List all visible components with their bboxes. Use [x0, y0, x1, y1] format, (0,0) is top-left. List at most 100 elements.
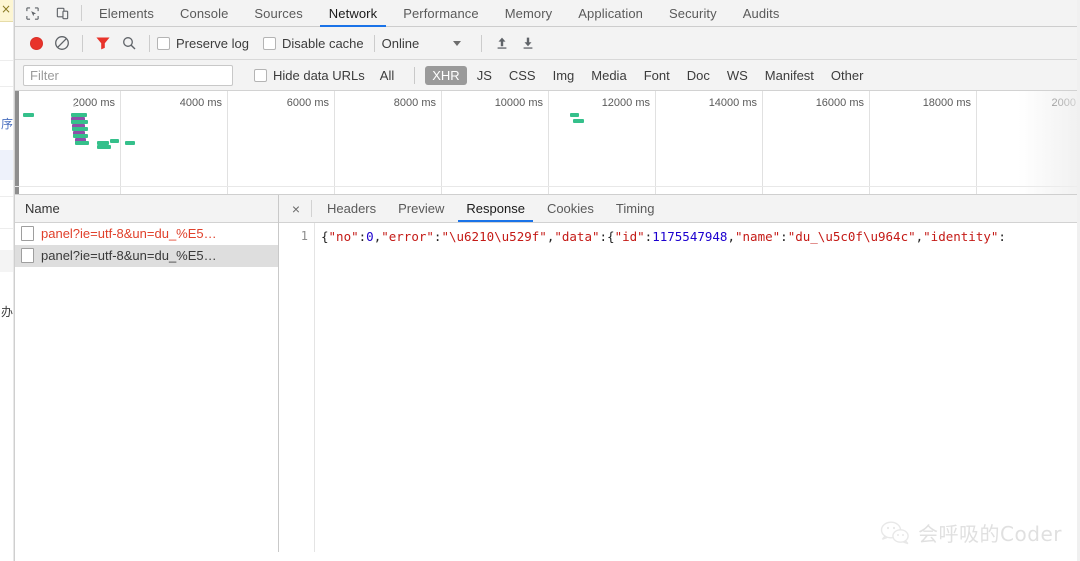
- disable-cache-control[interactable]: Disable cache: [262, 35, 378, 51]
- import-har-button[interactable]: [489, 30, 515, 56]
- overview-request-bar: [73, 105, 76, 107]
- devtools-tabbar: Elements Console Sources Network Perform…: [15, 0, 1080, 27]
- request-type-icon: [21, 248, 34, 263]
- filter-type-font[interactable]: Font: [637, 66, 677, 85]
- filter-type-css[interactable]: CSS: [502, 66, 543, 85]
- filter-type-js[interactable]: JS: [470, 66, 499, 85]
- tab-timing[interactable]: Timing: [605, 195, 666, 222]
- toolbar-divider-1: [82, 34, 83, 52]
- chevron-down-icon: [453, 40, 462, 46]
- tab-preview-label: Preview: [398, 201, 445, 216]
- toolbar-divider-3: [373, 34, 375, 52]
- response-body-viewer[interactable]: 1 {"no":0,"error":"\u6210\u529f","data":…: [279, 223, 1080, 552]
- download-arrow-icon: [523, 37, 533, 49]
- hide-data-urls-control[interactable]: Hide data URLs: [254, 68, 373, 83]
- table-row[interactable]: panel?ie=utf-8&un=du_%E5…: [15, 245, 278, 267]
- tab-elements-label: Elements: [99, 5, 154, 21]
- tab-performance[interactable]: Performance: [390, 0, 492, 26]
- overview-request-bar: [125, 141, 135, 145]
- page-rule-1: [0, 60, 13, 61]
- response-token: "data": [554, 229, 600, 244]
- column-header-name: Name: [25, 201, 60, 216]
- tab-application-label: Application: [578, 5, 643, 21]
- tab-application[interactable]: Application: [565, 0, 656, 26]
- export-har-button[interactable]: [515, 30, 541, 56]
- tab-security[interactable]: Security: [656, 0, 730, 26]
- page-rule-3: [0, 196, 13, 197]
- tab-preview[interactable]: Preview: [387, 195, 455, 222]
- tab-performance-label: Performance: [403, 5, 479, 21]
- search-icon: [123, 37, 136, 50]
- preserve-log-checkbox[interactable]: [157, 36, 170, 50]
- line-number: 1: [300, 229, 308, 243]
- tab-response-label: Response: [466, 201, 525, 216]
- preserve-log-control[interactable]: Preserve log: [157, 36, 263, 51]
- overview-tick-18000: 18000 ms: [922, 97, 971, 109]
- network-filter-bar: Hide data URLs All XHR JS CSS Img Media …: [15, 60, 1080, 91]
- request-list-pane: Name panel?ie=utf-8&un=du_%E5… panel?ie=…: [15, 195, 279, 552]
- tab-elements[interactable]: Elements: [86, 0, 167, 26]
- network-overview-timeline[interactable]: 2000 ms 4000 ms 6000 ms 8000 ms 10000 ms…: [15, 91, 1080, 195]
- throttling-select[interactable]: Online: [382, 36, 464, 51]
- funnel-icon: [96, 37, 110, 50]
- devtools-screenshot: × 序 办 Elements Console Sources Network P…: [0, 0, 1080, 561]
- request-list-header[interactable]: Name: [15, 195, 278, 223]
- filter-input[interactable]: [23, 64, 233, 86]
- filter-toggle-button[interactable]: [90, 30, 116, 56]
- overview-tick-8000: 8000 ms: [393, 97, 436, 109]
- tab-response[interactable]: Response: [455, 195, 536, 222]
- filter-type-doc[interactable]: Doc: [680, 66, 717, 85]
- table-row[interactable]: panel?ie=utf-8&un=du_%E5…: [15, 223, 278, 245]
- filter-type-other[interactable]: Other: [824, 66, 871, 85]
- overview-baseline: [15, 186, 1080, 187]
- close-label: ×: [291, 200, 301, 217]
- record-icon: [29, 36, 43, 50]
- tab-security-label: Security: [668, 5, 717, 21]
- devtools-tab-list: Elements Console Sources Network Perform…: [86, 0, 793, 27]
- disable-cache-checkbox[interactable]: [262, 36, 276, 50]
- overview-request-bar: [573, 119, 584, 123]
- tab-sources[interactable]: Sources: [241, 0, 315, 26]
- response-token: "\u6210\u529f": [441, 229, 547, 244]
- request-rows: panel?ie=utf-8&un=du_%E5… panel?ie=utf-8…: [15, 223, 278, 552]
- filter-type-all[interactable]: All: [373, 66, 401, 85]
- overview-tick-6000: 6000 ms: [286, 97, 329, 109]
- response-token: 1175547948: [652, 229, 728, 244]
- close-icon[interactable]: ×: [283, 195, 309, 222]
- tab-memory[interactable]: Memory: [492, 0, 566, 26]
- inspect-element-icon[interactable]: [23, 4, 41, 22]
- details-tabbar: × Headers Preview Response Cookies Timin…: [279, 195, 1080, 223]
- tab-network[interactable]: Network: [316, 0, 390, 27]
- clear-button[interactable]: [49, 30, 75, 56]
- filter-type-manifest[interactable]: Manifest: [758, 66, 821, 85]
- filter-type-xhr[interactable]: XHR: [425, 65, 467, 85]
- filter-type-img[interactable]: Img: [546, 66, 582, 85]
- device-toolbar-icon[interactable]: [53, 4, 71, 22]
- disable-cache-label: Disable cache: [281, 35, 364, 51]
- filter-type-ws[interactable]: WS: [720, 66, 755, 85]
- tab-memory-label: Memory: [504, 5, 553, 21]
- tabbar-divider: [81, 5, 82, 21]
- overview-tick-2000: 2000 ms: [72, 97, 115, 109]
- hide-data-urls-checkbox[interactable]: [254, 68, 267, 82]
- page-char-low: 办: [1, 305, 14, 319]
- search-button[interactable]: [116, 30, 142, 56]
- request-name: panel?ie=utf-8&un=du_%E5…: [41, 226, 217, 241]
- tab-network-label: Network: [328, 5, 378, 21]
- response-token: ,: [727, 229, 735, 244]
- filter-type-media[interactable]: Media: [584, 66, 633, 85]
- tab-console[interactable]: Console: [167, 0, 241, 26]
- tab-headers[interactable]: Headers: [316, 195, 387, 222]
- tab-cookies[interactable]: Cookies: [536, 195, 605, 222]
- tab-console-label: Console: [180, 5, 229, 21]
- network-split-panes: Name panel?ie=utf-8&un=du_%E5… panel?ie=…: [15, 195, 1080, 552]
- response-token: "id": [614, 229, 645, 244]
- response-token: :: [998, 229, 1006, 244]
- tab-audits[interactable]: Audits: [730, 0, 793, 26]
- tabbar-icon-group: [15, 0, 77, 26]
- overview-request-bar: [23, 113, 34, 117]
- record-button[interactable]: [23, 30, 49, 56]
- devtools-window: Elements Console Sources Network Perform…: [14, 0, 1080, 561]
- tab-sources-label: Sources: [254, 5, 303, 21]
- response-token: 0: [366, 229, 374, 244]
